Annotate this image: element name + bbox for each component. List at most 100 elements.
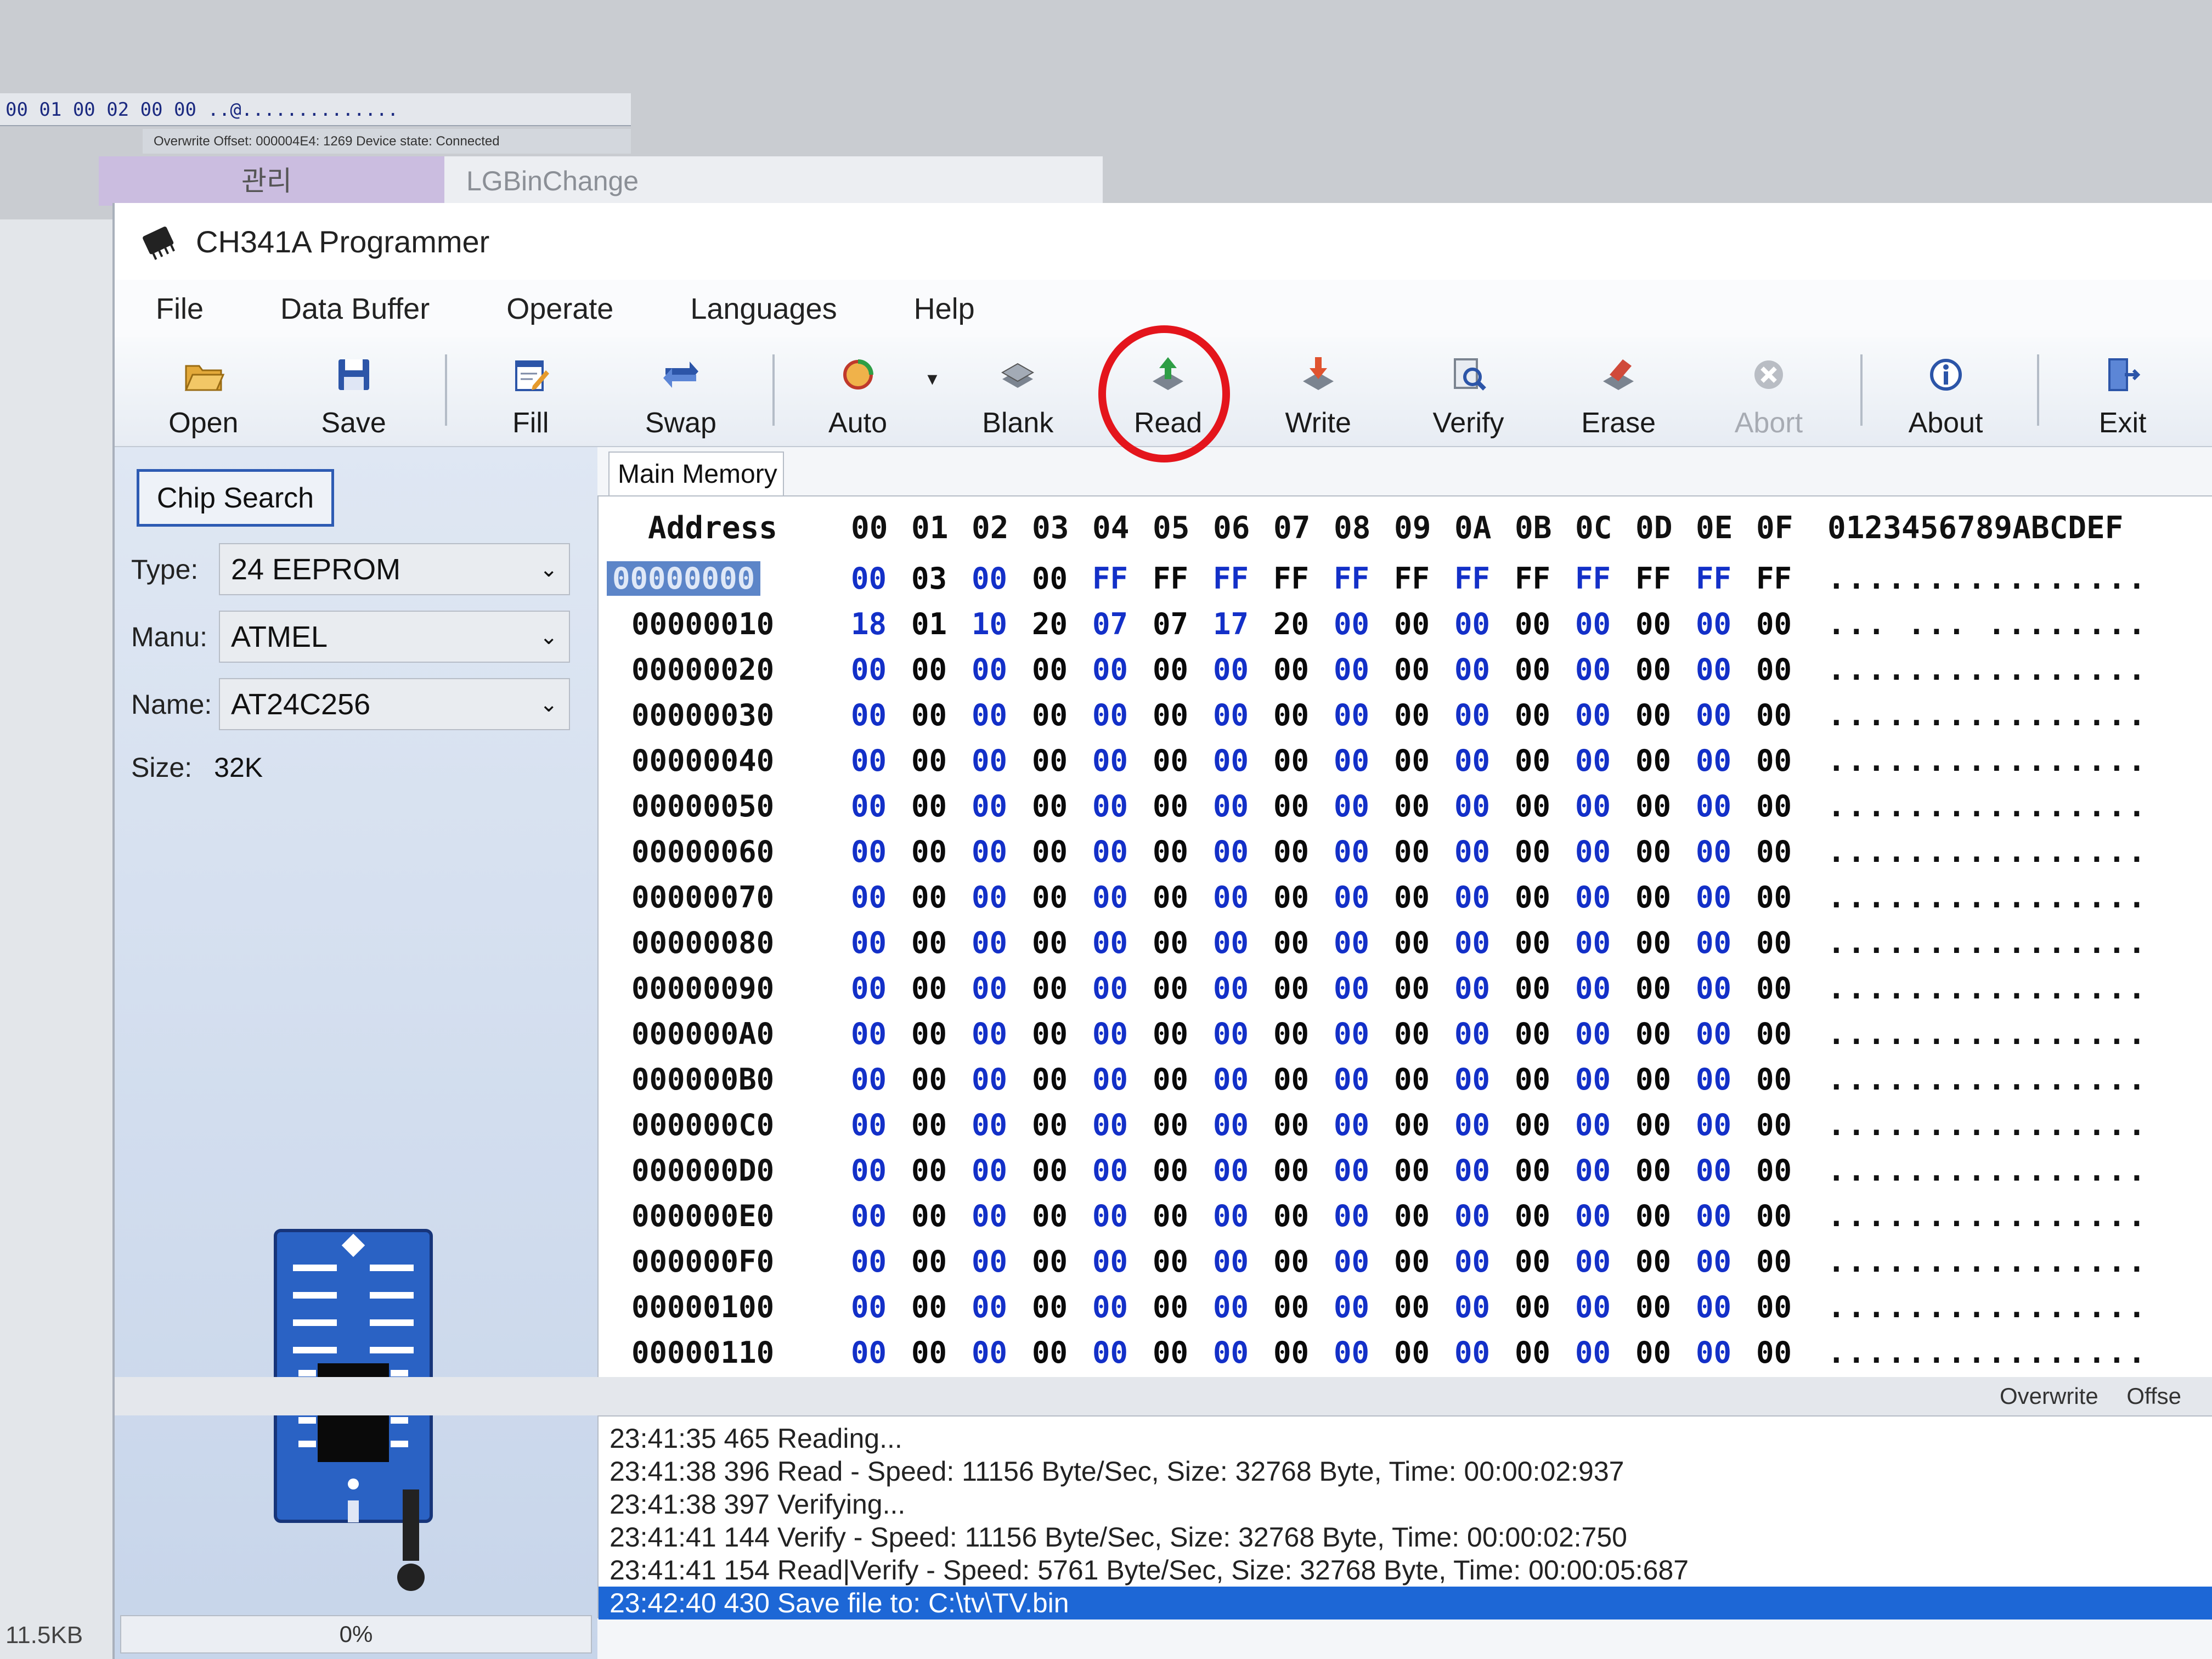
hex-byte[interactable]: 00 [911,926,947,960]
hex-byte[interactable]: 00 [1273,1244,1309,1279]
hex-byte[interactable]: 00 [1273,743,1309,778]
hex-byte[interactable]: 00 [851,1153,887,1188]
hex-byte[interactable]: 00 [972,1335,1007,1370]
hex-byte[interactable]: 10 [972,607,1007,641]
hex-byte[interactable]: 00 [1032,698,1068,732]
hex-byte[interactable]: 00 [1696,652,1731,687]
hex-byte[interactable]: 00 [1213,926,1249,960]
hex-byte[interactable]: 00 [1575,880,1611,915]
hex-byte[interactable]: 00 [1334,607,1369,641]
hex-byte[interactable]: 00 [1756,1108,1792,1142]
hex-byte[interactable]: 00 [1515,698,1550,732]
hex-byte[interactable]: 00 [1092,1017,1128,1051]
hex-byte[interactable]: 00 [1153,971,1188,1006]
hex-byte[interactable]: 00 [1515,1062,1550,1097]
hex-byte[interactable]: 00 [972,561,1007,596]
hex-byte[interactable]: 00 [1092,971,1128,1006]
hex-byte[interactable]: 00 [1756,1062,1792,1097]
hex-byte[interactable]: 00 [1575,1153,1611,1188]
hex-byte[interactable]: 00 [972,1290,1007,1324]
hex-byte[interactable]: 00 [1032,1017,1068,1051]
hex-byte[interactable]: 00 [911,1290,947,1324]
hex-byte[interactable]: 00 [1032,926,1068,960]
hex-byte[interactable]: 00 [1515,1153,1550,1188]
hex-byte[interactable]: 00 [1635,607,1671,641]
hex-byte[interactable]: 00 [911,652,947,687]
hex-byte[interactable]: 00 [972,1062,1007,1097]
hex-byte[interactable]: FF [1756,561,1792,596]
hex-byte[interactable]: 00 [1515,1108,1550,1142]
hex-byte[interactable]: 00 [1515,834,1550,869]
hex-byte[interactable]: 00 [911,880,947,915]
auto-button[interactable]: Auto [799,353,917,439]
hex-byte[interactable]: 00 [1334,880,1369,915]
hex-byte[interactable]: 00 [851,743,887,778]
hex-byte[interactable]: 00 [1575,743,1611,778]
hex-byte[interactable]: 00 [851,1335,887,1370]
hex-byte[interactable]: 00 [972,1108,1007,1142]
hex-byte[interactable]: 00 [1153,789,1188,823]
hex-byte[interactable]: 00 [1092,698,1128,732]
hex-byte[interactable]: 00 [1213,1290,1249,1324]
hex-byte[interactable]: 00 [972,652,1007,687]
hex-byte[interactable]: 07 [1153,607,1188,641]
hex-byte[interactable]: 00 [1394,971,1430,1006]
hex-byte[interactable]: 00 [911,1017,947,1051]
hex-byte[interactable]: 00 [851,652,887,687]
hex-byte[interactable]: FF [1334,561,1369,596]
hex-byte[interactable]: 00 [1756,652,1792,687]
hex-byte[interactable]: 00 [1696,971,1731,1006]
hex-byte[interactable]: 00 [1696,1244,1731,1279]
hex-byte[interactable]: 00 [1153,1199,1188,1233]
hex-byte[interactable]: 00 [1153,698,1188,732]
hex-byte[interactable]: 00 [1756,789,1792,823]
hex-byte[interactable]: 00 [1032,561,1068,596]
hex-byte[interactable]: 00 [851,698,887,732]
hex-byte[interactable]: 00 [1635,1290,1671,1324]
hex-byte[interactable]: 00 [1756,926,1792,960]
hex-byte[interactable]: 00 [1334,971,1369,1006]
hex-byte[interactable]: 00 [1696,1153,1731,1188]
hex-byte[interactable]: 00 [1273,834,1309,869]
hex-byte[interactable]: 00 [1575,789,1611,823]
hex-byte[interactable]: 00 [1092,1335,1128,1370]
hex-byte[interactable]: 00 [1334,1335,1369,1370]
hex-byte[interactable]: 00 [1454,926,1490,960]
hex-byte[interactable]: 00 [1032,743,1068,778]
hex-byte[interactable]: 00 [1515,652,1550,687]
hex-byte[interactable]: 00 [1454,880,1490,915]
hex-byte[interactable]: 00 [1575,607,1611,641]
hex-byte[interactable]: 00 [1635,1199,1671,1233]
hex-byte[interactable]: 00 [1092,1062,1128,1097]
hex-byte[interactable]: 00 [911,789,947,823]
hex-byte[interactable]: 00 [1213,1199,1249,1233]
hex-byte[interactable]: 00 [851,1017,887,1051]
hex-byte[interactable]: 00 [1575,1017,1611,1051]
chip-name-select[interactable]: AT24C256 ⌄ [219,678,570,730]
hex-byte[interactable]: 18 [851,607,887,641]
hex-byte[interactable]: 00 [1032,880,1068,915]
chip-search-button[interactable]: Chip Search [137,469,334,527]
hex-byte[interactable]: 01 [911,607,947,641]
hex-byte[interactable]: 00 [1515,926,1550,960]
hex-byte[interactable]: 00 [911,1153,947,1188]
hex-byte[interactable]: 00 [1032,652,1068,687]
fill-button[interactable]: Fill [472,353,589,439]
hex-byte[interactable]: 00 [1575,698,1611,732]
hex-byte[interactable]: 00 [911,1199,947,1233]
hex-byte[interactable]: 00 [1635,1108,1671,1142]
hex-byte[interactable]: 00 [1575,926,1611,960]
hex-byte[interactable]: 00 [1696,1335,1731,1370]
hex-byte[interactable]: 00 [972,926,1007,960]
hex-byte[interactable]: FF [1213,561,1249,596]
hex-byte[interactable]: 00 [1092,834,1128,869]
hex-byte[interactable]: 00 [1394,743,1430,778]
hex-byte[interactable]: 00 [851,1062,887,1097]
hex-byte[interactable]: 00 [1153,1244,1188,1279]
hex-byte[interactable]: 00 [1032,1244,1068,1279]
hex-byte[interactable]: 00 [1032,1153,1068,1188]
hex-byte[interactable]: 00 [1394,1153,1430,1188]
hex-byte[interactable]: 00 [1273,698,1309,732]
hex-byte[interactable]: 00 [1696,926,1731,960]
manufacturer-select[interactable]: ATMEL ⌄ [219,611,570,663]
